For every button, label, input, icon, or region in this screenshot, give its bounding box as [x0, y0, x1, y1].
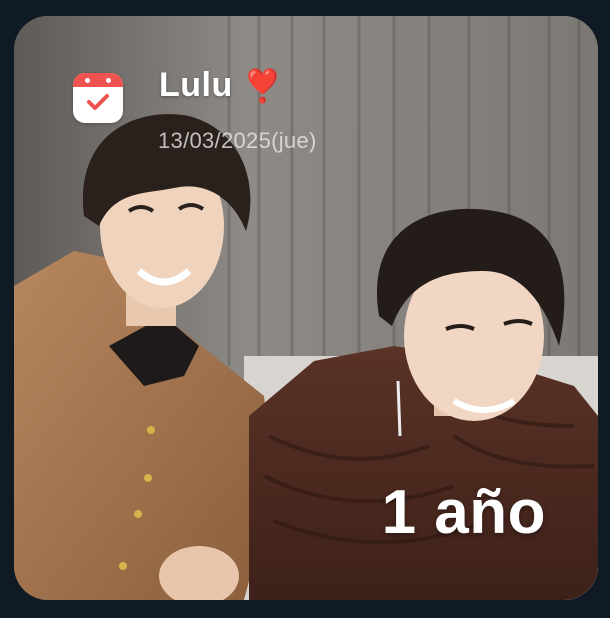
title-row: Lulu ❣️: [159, 66, 283, 105]
check-mark-icon: [87, 94, 109, 110]
heart-exclamation-icon: ❣️: [242, 66, 283, 105]
calendar-check-icon: [73, 73, 123, 123]
calendar-ring: [106, 78, 111, 83]
calendar-header: [73, 73, 123, 87]
event-title: Lulu: [159, 66, 233, 104]
event-date: 13/03/2025(jue): [158, 128, 317, 153]
calendar-ring: [85, 78, 90, 83]
elapsed-duration: 1 año: [381, 478, 546, 547]
countdown-widget[interactable]: Lulu ❣️ 13/03/2025(jue) 1 año: [14, 16, 598, 600]
